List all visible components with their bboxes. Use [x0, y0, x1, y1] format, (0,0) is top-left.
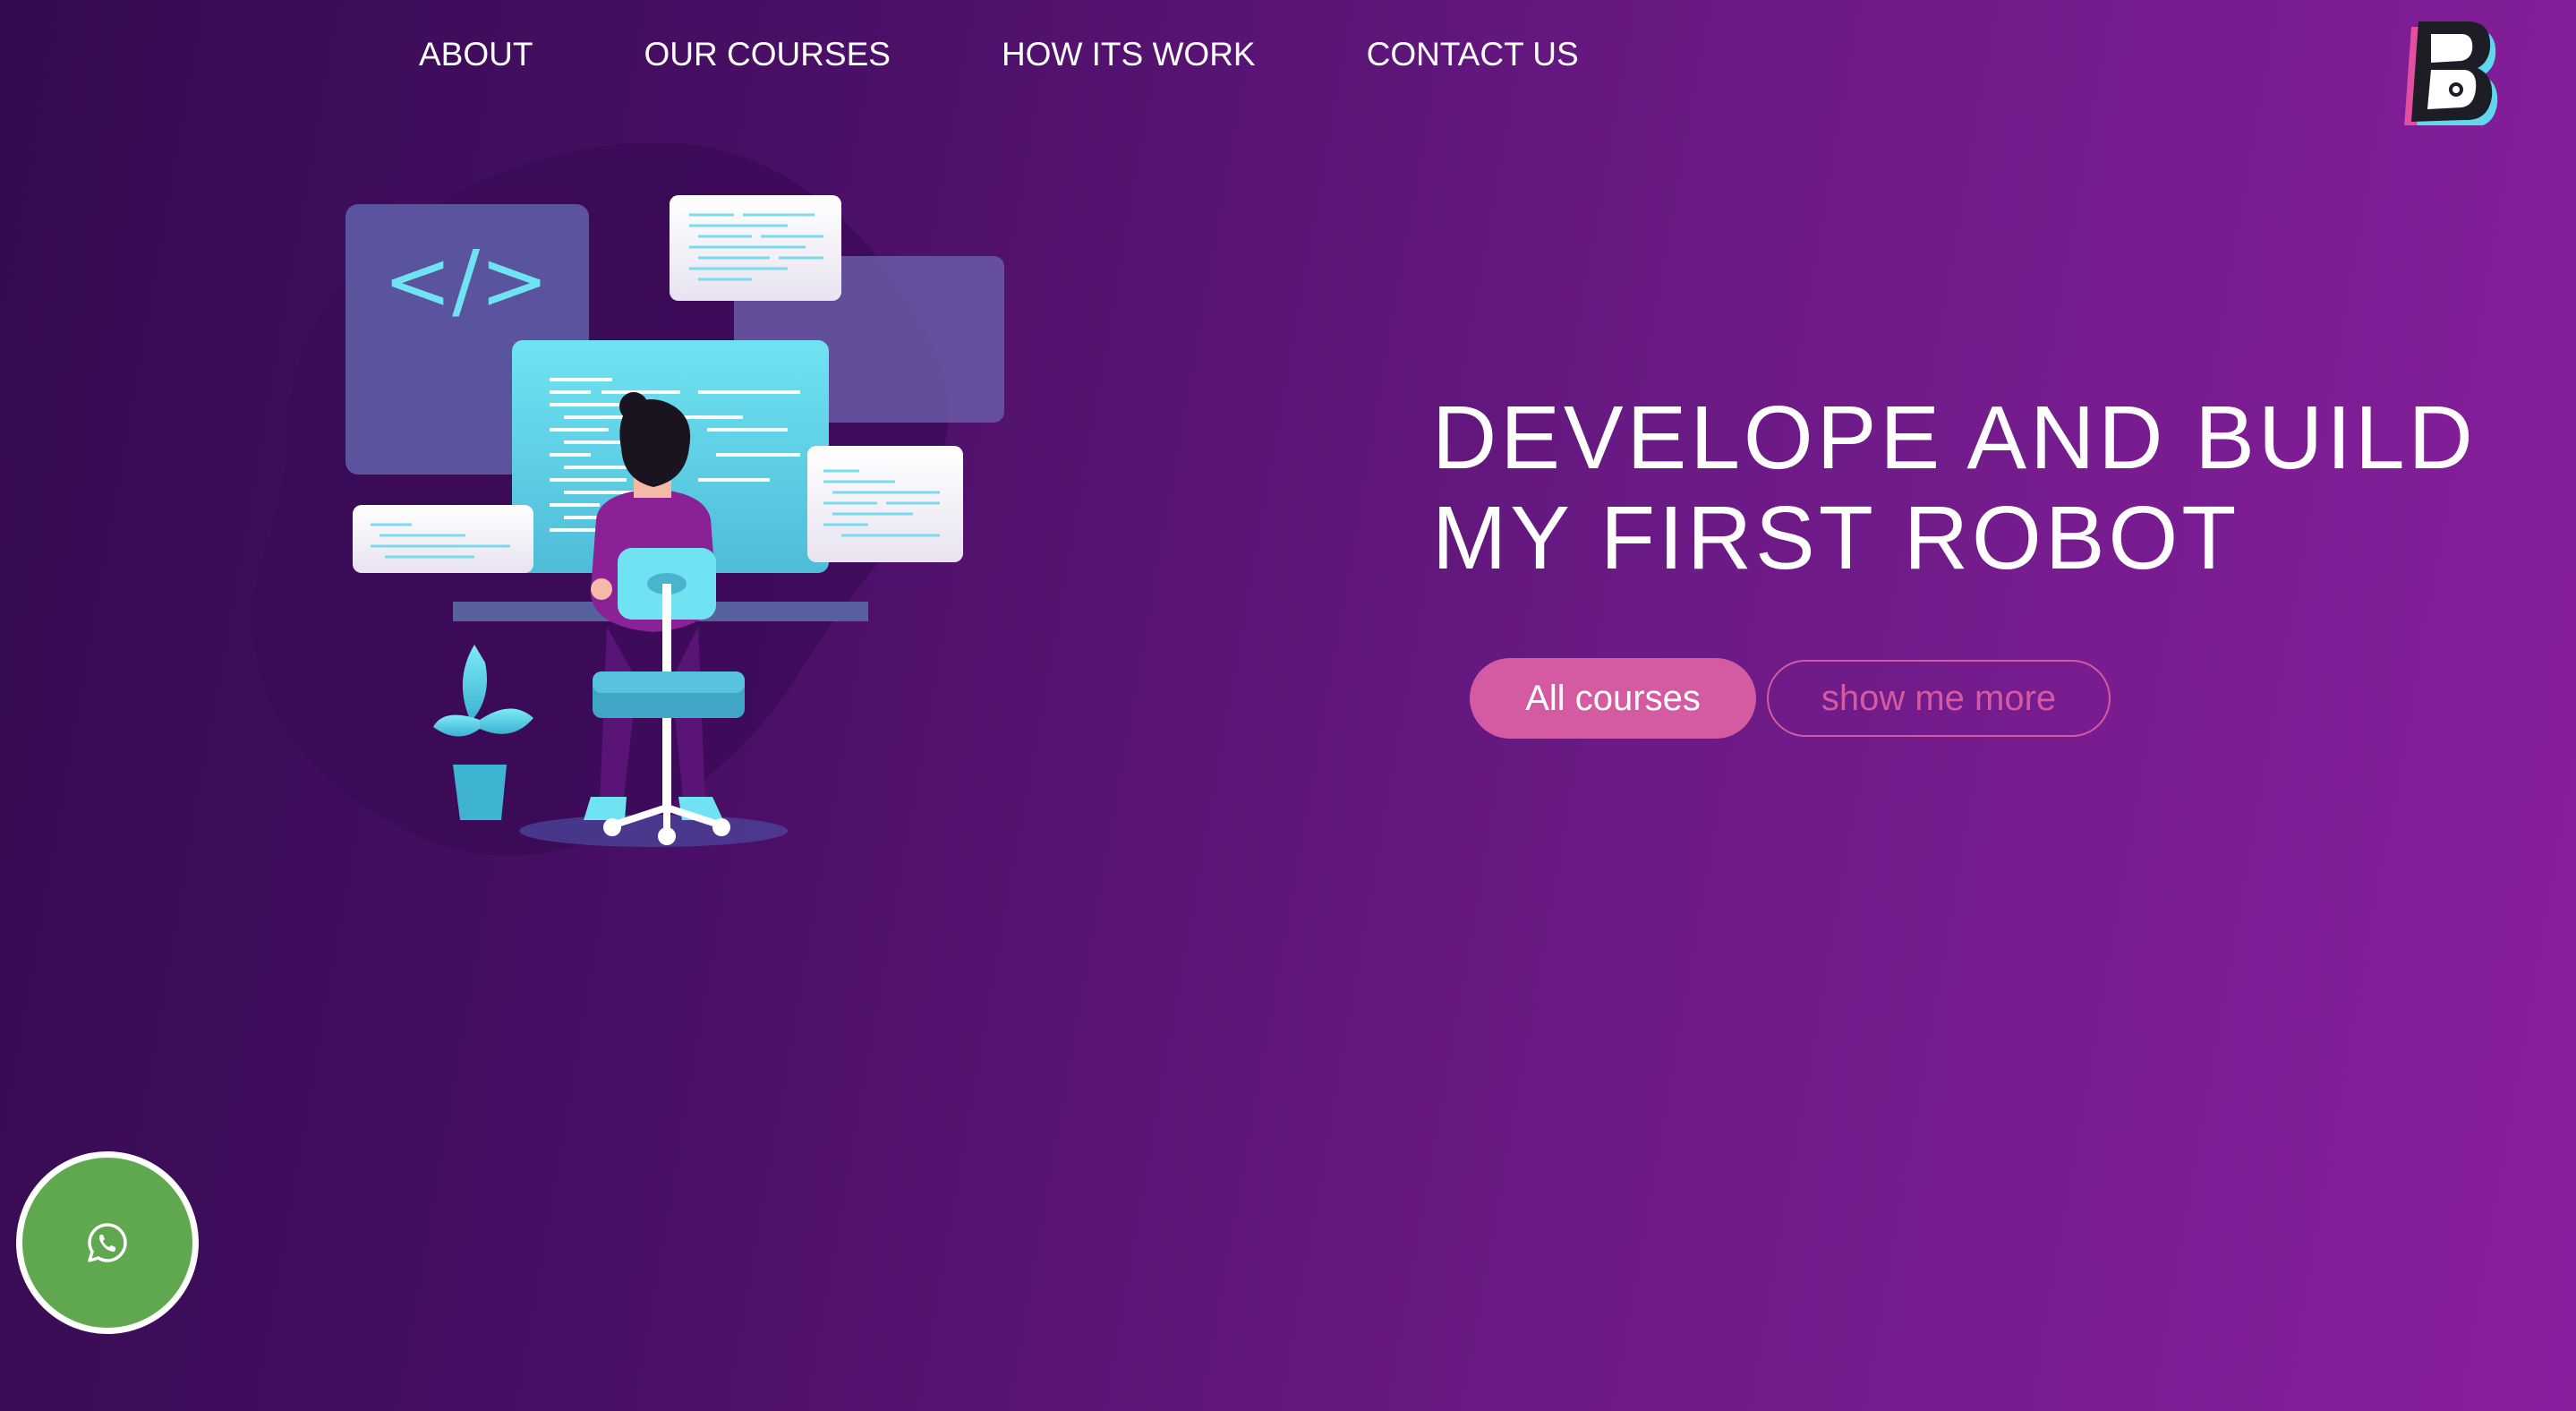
svg-text:B: B — [2392, 11, 2393, 12]
all-courses-button[interactable]: All courses — [1470, 658, 1756, 739]
code-brackets-icon: </> — [383, 233, 549, 329]
hero-title-line1: DEVELOPE AND BUILD — [1432, 388, 2477, 488]
nav-about[interactable]: ABOUT — [419, 36, 533, 73]
main-nav: ABOUT OUR COURSES HOW ITS WORK CONTACT U… — [419, 36, 1579, 73]
brand-logo[interactable]: B — [2392, 11, 2499, 129]
whatsapp-icon — [88, 1223, 127, 1262]
nav-contact-us[interactable]: CONTACT US — [1367, 36, 1579, 73]
hero-illustration: </> — [251, 125, 1038, 895]
nav-our-courses[interactable]: OUR COURSES — [644, 36, 890, 73]
whatsapp-float-button[interactable] — [16, 1151, 199, 1334]
hero-title: DEVELOPE AND BUILD MY FIRST ROBOT — [1432, 388, 2506, 588]
hero-title-line2: MY FIRST ROBOT — [1432, 488, 2240, 588]
code-card-left — [353, 505, 533, 573]
floor-shadow — [519, 815, 788, 847]
nav-how-its-work[interactable]: HOW ITS WORK — [1002, 36, 1256, 73]
hero-cta-group: All courses show me more — [1470, 658, 2111, 739]
show-me-more-button[interactable]: show me more — [1767, 660, 2111, 737]
logo-b-icon: B — [2392, 11, 2498, 129]
